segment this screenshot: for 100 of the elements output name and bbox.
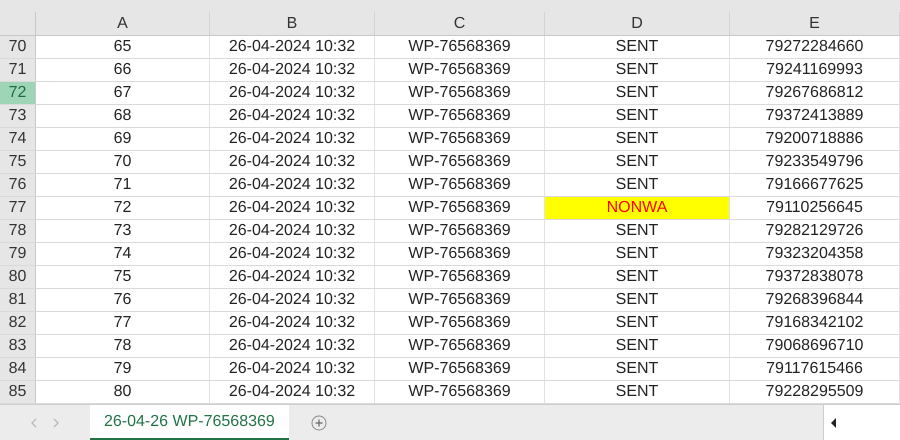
table-cell: 69 [114, 130, 132, 148]
row-header[interactable]: 78 [0, 220, 36, 242]
table-cell: WP-76568369 [408, 107, 511, 125]
row-header[interactable]: 83 [0, 335, 36, 357]
table-cell: WP-76568369 [408, 61, 511, 79]
scroll-right-icon[interactable] [52, 418, 60, 428]
table-cell: 26-04-2024 10:32 [228, 130, 356, 148]
table-cell: 71 [114, 176, 132, 194]
table-cell: 70 [114, 153, 132, 171]
table-cell: 79241169993 [766, 61, 863, 79]
row-header[interactable]: 70 [0, 36, 36, 58]
table-cell: WP-76568369 [408, 84, 511, 102]
table-cell: 79 [114, 360, 132, 378]
column-header[interactable]: B [210, 12, 375, 35]
table-cell: 72 [114, 199, 132, 217]
table-cell: SENT [616, 130, 658, 148]
table-cell: 79268396844 [766, 291, 864, 309]
table-cell: WP-76568369 [408, 291, 511, 309]
table-cell: 26-04-2024 10:32 [228, 383, 356, 401]
table-cell: 79372838078 [766, 268, 864, 286]
table-cell: WP-76568369 [408, 130, 511, 148]
table-cell: WP-76568369 [408, 222, 511, 240]
table-cell: WP-76568369 [408, 38, 511, 56]
table-cell: SENT [616, 222, 658, 240]
table-cell: SENT [616, 176, 658, 194]
column-header[interactable]: C [375, 12, 545, 35]
table-cell: SENT [616, 84, 658, 102]
table-cell: 74 [114, 245, 132, 263]
table-cell: 26-04-2024 10:32 [228, 84, 356, 102]
table-cell: 26-04-2024 10:32 [228, 176, 356, 194]
table-cell: 26-04-2024 10:32 [228, 61, 356, 79]
table-cell: 79323204358 [766, 245, 864, 263]
table-cell: 73 [114, 222, 132, 240]
table-cell: 79228295509 [766, 383, 864, 401]
table-cell: WP-76568369 [408, 383, 511, 401]
table-cell: SENT [616, 314, 658, 332]
scroll-left-icon[interactable] [830, 416, 838, 428]
table-cell: WP-76568369 [408, 360, 511, 378]
row-header[interactable]: 79 [0, 243, 36, 265]
table-cell: 79267686812 [766, 84, 864, 102]
table-cell: WP-76568369 [408, 314, 511, 332]
table-cell: 75 [114, 268, 132, 286]
table-cell: 77 [114, 314, 132, 332]
row-header[interactable]: 84 [0, 358, 36, 380]
table-cell: 26-04-2024 10:32 [228, 245, 356, 263]
column-header[interactable]: A [36, 12, 210, 35]
table-cell: 26-04-2024 10:32 [228, 199, 356, 217]
table-cell: 67 [114, 84, 132, 102]
table-cell: 78 [114, 337, 132, 355]
column-header[interactable]: E [730, 12, 900, 35]
table-cell: WP-76568369 [408, 268, 511, 286]
row-header[interactable]: 72 [0, 82, 36, 104]
table-cell: 76 [114, 291, 132, 309]
row-header[interactable]: 76 [0, 174, 36, 196]
table-cell: WP-76568369 [408, 153, 511, 171]
sheet-tab[interactable]: 26-04-26 WP-76568369 [90, 405, 289, 440]
table-cell: SENT [616, 38, 658, 56]
table-cell: 66 [114, 61, 132, 79]
table-cell: 26-04-2024 10:32 [228, 314, 356, 332]
row-header[interactable]: 82 [0, 312, 36, 334]
table-cell: 79233549796 [766, 153, 864, 171]
table-cell: WP-76568369 [408, 176, 511, 194]
table-cell: SENT [616, 245, 658, 263]
table-cell: 26-04-2024 10:32 [228, 291, 356, 309]
table-cell: 79200718886 [766, 130, 864, 148]
table-cell: SENT [616, 360, 658, 378]
add-sheet-icon[interactable] [310, 414, 327, 430]
table-cell: 79110256645 [766, 199, 863, 217]
table-cell: WP-76568369 [408, 199, 511, 217]
table-cell: 79168342102 [766, 314, 864, 332]
row-header[interactable]: 81 [0, 289, 36, 311]
row-header[interactable]: 73 [0, 105, 36, 127]
table-cell: SENT [616, 268, 658, 286]
table-cell: 26-04-2024 10:32 [228, 268, 356, 286]
table-cell: 79068696710 [766, 337, 864, 355]
column-header[interactable]: D [545, 12, 730, 35]
table-cell: SENT [616, 291, 658, 309]
table-cell: SENT [616, 153, 658, 171]
table-cell: WP-76568369 [408, 245, 511, 263]
table-cell: 26-04-2024 10:32 [228, 107, 356, 125]
table-cell: 79372413889 [766, 107, 864, 125]
table-cell: 26-04-2024 10:32 [228, 222, 356, 240]
row-header[interactable]: 85 [0, 381, 36, 403]
table-cell: WP-76568369 [408, 337, 511, 355]
row-header[interactable]: 80 [0, 266, 36, 288]
table-cell: 79272284660 [766, 38, 864, 56]
table-cell: SENT [616, 61, 658, 79]
table-cell: 26-04-2024 10:32 [228, 360, 356, 378]
table-cell: SENT [616, 107, 658, 125]
row-header[interactable]: 74 [0, 128, 36, 150]
table-cell: 79282129726 [766, 222, 864, 240]
table-cell: 65 [114, 38, 132, 56]
table-cell: 26-04-2024 10:32 [228, 153, 356, 171]
table-cell: 26-04-2024 10:32 [228, 337, 356, 355]
table-cell: NONWA [545, 197, 729, 219]
table-cell: SENT [616, 383, 658, 401]
row-header[interactable]: 75 [0, 151, 36, 173]
table-cell: SENT [616, 337, 658, 355]
row-header[interactable]: 71 [0, 59, 36, 81]
row-header[interactable]: 77 [0, 197, 36, 219]
